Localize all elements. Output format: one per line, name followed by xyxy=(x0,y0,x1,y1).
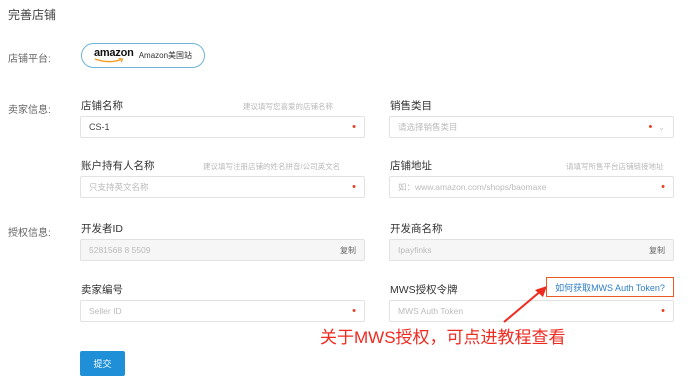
amazon-logo: amazon xyxy=(94,48,134,63)
amazon-smile-icon xyxy=(94,58,124,63)
account-holder-input[interactable]: 只支持英文名称 • xyxy=(80,176,365,198)
account-holder-label: 账户持有人名称 xyxy=(81,160,155,172)
seller-section-label: 卖家信息: xyxy=(8,105,51,116)
account-holder-hint: 建议填写注册店铺的姓名拼音/公司英文名 xyxy=(203,162,341,171)
mws-token-label: MWS授权令牌 xyxy=(390,284,458,296)
developer-name-label: 开发商名称 xyxy=(390,223,443,235)
required-marker: • xyxy=(661,305,665,317)
auth-section-label: 授权信息: xyxy=(8,228,51,239)
developer-name-field: Ipayfinks 复制 xyxy=(389,239,674,261)
required-marker: • xyxy=(661,181,665,193)
copy-developer-id-button[interactable]: 复制 xyxy=(340,245,356,256)
platform-selector[interactable]: amazon Amazon美国站 xyxy=(81,43,205,68)
required-marker: • xyxy=(648,121,653,133)
platform-label: 店铺平台: xyxy=(8,54,51,65)
shop-url-input[interactable]: 如：www.amazon.com/shops/baomaxe • xyxy=(389,176,674,198)
shop-url-placeholder: 如：www.amazon.com/shops/baomaxe xyxy=(398,182,547,192)
submit-button[interactable]: 提交 xyxy=(80,351,125,376)
account-holder-placeholder: 只支持英文名称 xyxy=(89,182,149,192)
required-marker: • xyxy=(352,181,356,193)
seller-id-input[interactable]: Seller ID • xyxy=(80,300,365,322)
copy-developer-name-button[interactable]: 复制 xyxy=(649,245,665,256)
developer-id-field: 5281568 8 5509 复制 xyxy=(80,239,365,261)
required-marker: • xyxy=(352,121,356,133)
shop-name-value: CS-1 xyxy=(89,122,110,132)
annotation-arrow-icon xyxy=(503,286,547,323)
shop-name-hint: 建议填写您喜爱的店铺名称 xyxy=(243,102,333,111)
annotation-text: 关于MWS授权，可点进教程查看 xyxy=(320,328,566,347)
category-label: 销售类目 xyxy=(390,100,432,112)
shop-url-label: 店铺地址 xyxy=(390,160,432,172)
shop-name-label: 店铺名称 xyxy=(81,100,123,112)
mws-help-link[interactable]: 如何获取MWS Auth Token? xyxy=(546,277,674,297)
developer-id-label: 开发者ID xyxy=(81,223,123,235)
shop-url-hint: 请填写所售平台店铺链接地址 xyxy=(566,162,664,171)
required-marker: • xyxy=(352,305,356,317)
category-placeholder: 请选择销售类目 xyxy=(398,122,458,132)
chevron-down-icon: ⌄ xyxy=(658,122,665,132)
seller-id-placeholder: Seller ID xyxy=(89,306,122,316)
developer-name-value: Ipayfinks xyxy=(398,245,432,255)
platform-name: Amazon美国站 xyxy=(138,51,193,60)
shop-name-input[interactable]: CS-1 • xyxy=(80,116,365,138)
seller-id-label: 卖家编号 xyxy=(81,284,123,296)
developer-id-value: 5281568 8 5509 xyxy=(89,245,151,255)
page-title: 完善店铺 xyxy=(8,8,57,22)
category-select[interactable]: 请选择销售类目 • ⌄ xyxy=(389,116,674,138)
